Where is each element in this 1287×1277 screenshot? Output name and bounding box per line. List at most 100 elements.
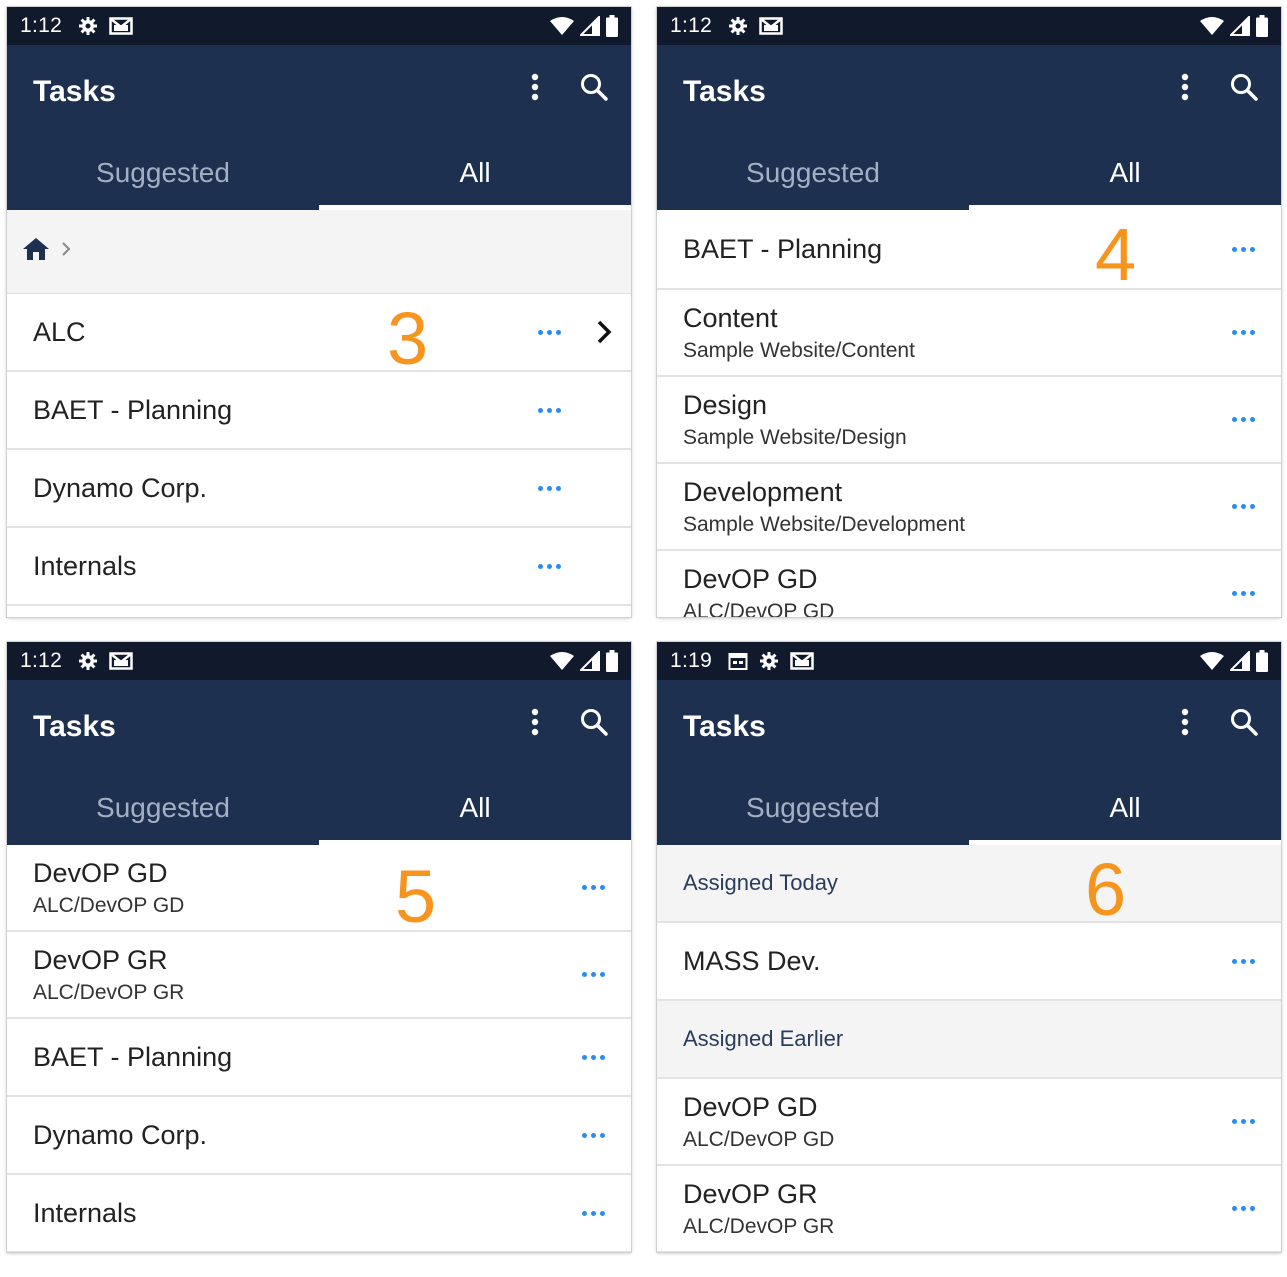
row-title: DevOP GD [683, 563, 818, 594]
more-options-icon[interactable] [582, 885, 605, 890]
tab-all[interactable]: All [319, 771, 631, 845]
list-item[interactable]: Dynamo Corp. [7, 1097, 631, 1175]
tab-bar: Suggested All [657, 771, 1281, 845]
more-options-icon[interactable] [1232, 1206, 1255, 1211]
list-item[interactable]: BAET - Planning [657, 210, 1281, 290]
list-item[interactable]: DevOP GD ALC/DevOP GD [657, 1079, 1281, 1166]
list-item[interactable]: BAET - Planning [7, 372, 631, 450]
step-number: 4 [1095, 213, 1137, 296]
row-title: BAET - Planning [683, 233, 883, 264]
tab-suggested[interactable]: Suggested [657, 771, 969, 845]
more-options-icon[interactable] [1232, 958, 1255, 964]
row-path: ALC/DevOP GR [33, 980, 185, 1004]
gmail-icon [790, 651, 814, 671]
tab-suggested[interactable]: Suggested [657, 136, 969, 210]
breadcrumb [7, 210, 631, 294]
wifi-icon [550, 651, 574, 671]
overflow-menu-icon[interactable] [1181, 73, 1189, 106]
more-options-icon[interactable] [582, 1210, 605, 1216]
wifi-icon [1200, 651, 1224, 671]
search-icon[interactable] [579, 707, 609, 742]
overflow-menu-icon[interactable] [1181, 708, 1189, 741]
more-options-icon[interactable] [538, 407, 561, 413]
more-options-icon[interactable] [1232, 591, 1255, 596]
more-options-icon[interactable] [538, 329, 561, 335]
list-item[interactable]: Development Sample Website/Development [657, 464, 1281, 551]
chevron-right-icon [60, 240, 72, 263]
list-item[interactable]: BAET - Planning [7, 1019, 631, 1097]
list-item[interactable]: DevOP GD ALC/DevOP GD [7, 845, 631, 932]
row-title: Dynamo Corp. [33, 1119, 208, 1150]
tab-bar: Suggested All [7, 771, 631, 845]
status-time: 1:19 [670, 649, 713, 672]
gear-icon [759, 651, 779, 671]
list-item[interactable]: Content Sample Website/Content [657, 290, 1281, 377]
more-options-icon[interactable] [1232, 330, 1255, 335]
step-number: 6 [1085, 848, 1127, 931]
tab-suggested[interactable]: Suggested [7, 136, 319, 210]
more-options-icon[interactable] [582, 972, 605, 977]
battery-icon [1256, 15, 1268, 37]
battery-icon [606, 650, 618, 672]
list-item[interactable]: Design Sample Website/Design [657, 377, 1281, 464]
gmail-icon [759, 16, 783, 36]
step-number: 3 [387, 297, 429, 380]
row-path: ALC/DevOP GD [33, 893, 185, 917]
list-item[interactable]: DevOP GR ALC/DevOP GR [657, 1166, 1281, 1252]
row-title: DevOP GR [683, 1178, 818, 1209]
status-time: 1:12 [670, 14, 713, 37]
signal-icon [1230, 16, 1250, 36]
gear-icon [78, 16, 98, 36]
tab-suggested[interactable]: Suggested [7, 771, 319, 845]
signal-icon [580, 16, 600, 36]
more-options-icon[interactable] [538, 485, 561, 491]
task-list: DevOP GD ALC/DevOP GD DevOP GR ALC/DevOP… [7, 845, 631, 1252]
list-item[interactable]: ALC [7, 294, 631, 372]
list-item[interactable]: DevOP GD ALC/DevOP GD [657, 551, 1281, 617]
row-path: Sample Website/Content [683, 338, 915, 362]
more-options-icon[interactable] [582, 1054, 605, 1060]
overflow-menu-icon[interactable] [531, 73, 539, 106]
row-title: Development [683, 476, 843, 507]
chevron-right-icon[interactable] [595, 318, 613, 346]
tab-bar: Suggested All [7, 136, 631, 210]
section-header-assigned-today: Assigned Today [657, 845, 1281, 923]
row-title: BAET - Planning [33, 1041, 233, 1072]
phone-screen-step-4: 1:12 Tasks Suggested All BAET - Planning… [657, 7, 1281, 617]
step-number: 5 [395, 855, 437, 938]
list-item[interactable]: MASS Dev. [657, 923, 1281, 1001]
row-path: ALC/DevOP GD [683, 599, 835, 618]
app-bar: Tasks Suggested All [657, 680, 1281, 845]
search-icon[interactable] [1229, 72, 1259, 107]
status-bar: 1:12 [7, 642, 631, 680]
home-icon[interactable] [22, 236, 50, 267]
battery-icon [1256, 650, 1268, 672]
more-options-icon[interactable] [1232, 1119, 1255, 1124]
more-options-icon[interactable] [538, 563, 561, 569]
status-bar: 1:12 [657, 7, 1281, 45]
app-bar: Tasks Suggested All [7, 680, 631, 845]
search-icon[interactable] [579, 72, 609, 107]
more-options-icon[interactable] [1232, 246, 1255, 252]
search-icon[interactable] [1229, 707, 1259, 742]
list-item[interactable]: Internals [7, 1175, 631, 1252]
more-options-icon[interactable] [582, 1132, 605, 1138]
app-title: Tasks [683, 75, 766, 108]
more-options-icon[interactable] [1232, 417, 1255, 422]
tab-all[interactable]: All [969, 771, 1281, 845]
more-options-icon[interactable] [1232, 504, 1255, 509]
tab-all[interactable]: All [319, 136, 631, 210]
app-bar: Tasks Suggested All [7, 45, 631, 210]
list-item[interactable]: Internals [7, 528, 631, 606]
row-title: Design [683, 389, 768, 420]
app-title: Tasks [33, 75, 116, 108]
app-title: Tasks [683, 710, 766, 743]
section-header-assigned-earlier: Assigned Earlier [657, 1001, 1281, 1079]
overflow-menu-icon[interactable] [531, 708, 539, 741]
calendar-icon [728, 651, 748, 671]
row-title: MASS Dev. [683, 945, 821, 976]
tab-all[interactable]: All [969, 136, 1281, 210]
list-item[interactable]: Dynamo Corp. [7, 450, 631, 528]
gmail-icon [109, 651, 133, 671]
list-item[interactable]: DevOP GR ALC/DevOP GR [7, 932, 631, 1019]
